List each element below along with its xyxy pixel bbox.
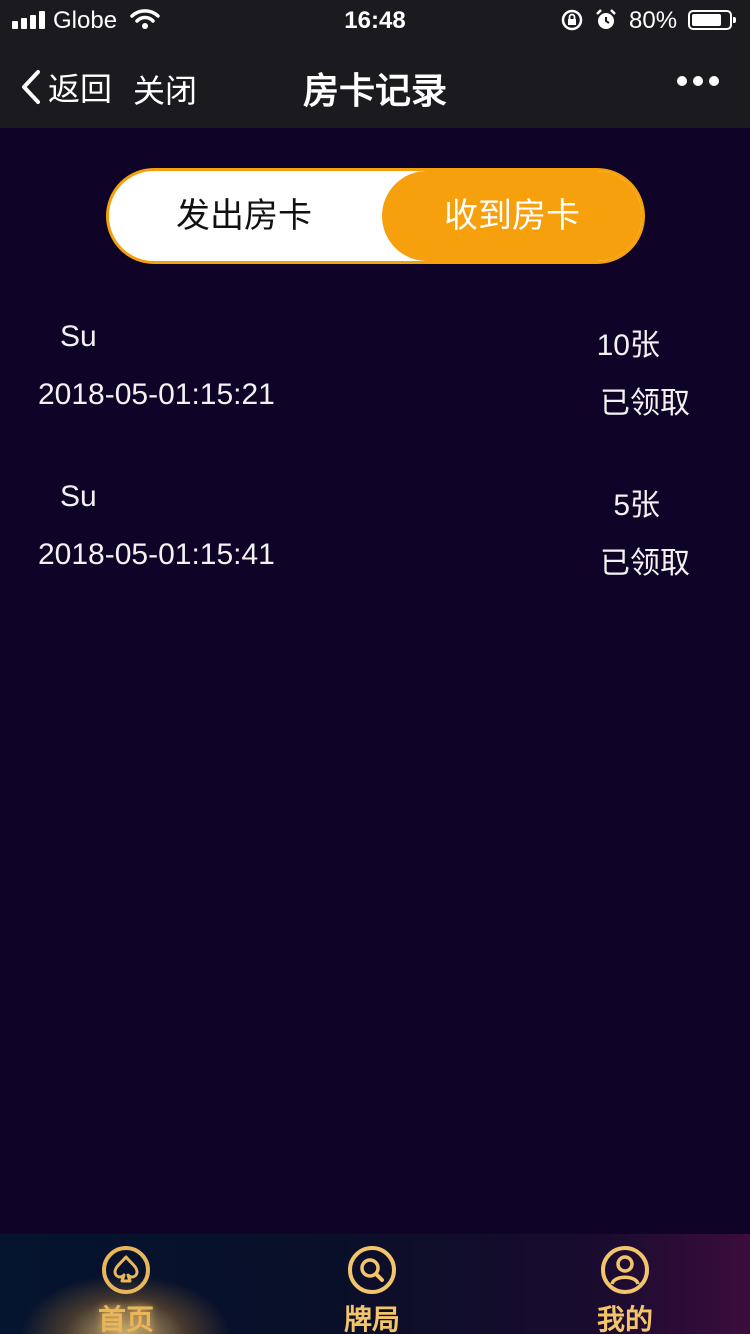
tab-home[interactable]: 首页 (46, 1234, 206, 1334)
record-time: 2018-05-01:15:41 (38, 538, 275, 571)
battery-percent: 80% (629, 7, 678, 34)
alarm-icon (596, 9, 616, 29)
record-count: 10张 (596, 329, 660, 362)
tab-label: 我的 (596, 1304, 653, 1334)
wifi-icon (130, 9, 160, 29)
tab-label: 牌局 (343, 1304, 400, 1334)
more-dot-icon (693, 76, 703, 86)
back-label: 返回 (48, 71, 113, 107)
list-item: Su 2018-05-01:15:21 10张 已领取 (0, 310, 750, 470)
spade-icon (102, 1246, 150, 1294)
tab-received-cards[interactable]: 收到房卡 (382, 171, 642, 261)
battery-icon (688, 10, 736, 30)
tab-sent-cards[interactable]: 发出房卡 (109, 171, 379, 261)
more-button[interactable] (677, 76, 719, 86)
status-bar: Globe 16:48 80% (0, 0, 750, 40)
search-icon (348, 1246, 396, 1294)
user-icon (601, 1246, 649, 1294)
close-button[interactable]: 关闭 (133, 66, 197, 112)
record-count: 5张 (613, 489, 660, 522)
record-name: Su (60, 480, 97, 513)
record-status: 已领取 (600, 387, 690, 420)
page-title: 房卡记录 (302, 70, 447, 111)
tab-mine[interactable]: 我的 (545, 1234, 705, 1334)
record-time: 2018-05-01:15:21 (38, 378, 275, 411)
tab-label: 首页 (97, 1304, 154, 1334)
nav-bar: 返回 关闭 房卡记录 (0, 40, 750, 128)
carrier-name: Globe (53, 7, 118, 34)
record-name: Su (60, 320, 97, 353)
list-item: Su 2018-05-01:15:41 5张 已领取 (0, 470, 750, 630)
chevron-left-icon (22, 70, 40, 104)
more-dot-icon (677, 76, 687, 86)
record-status: 已领取 (600, 547, 690, 580)
more-dot-icon (709, 76, 719, 86)
rotation-lock-icon (561, 9, 583, 31)
signal-icon (12, 11, 45, 29)
record-list: Su 2018-05-01:15:21 10张 已领取 Su 2018-05-0… (0, 310, 750, 630)
bottom-tab-bar: 首页 牌局 我的 (0, 1234, 750, 1334)
record-type-switch: 发出房卡 收到房卡 (106, 168, 645, 264)
tab-games[interactable]: 牌局 (292, 1234, 452, 1334)
back-button[interactable]: 返回 (20, 64, 112, 110)
